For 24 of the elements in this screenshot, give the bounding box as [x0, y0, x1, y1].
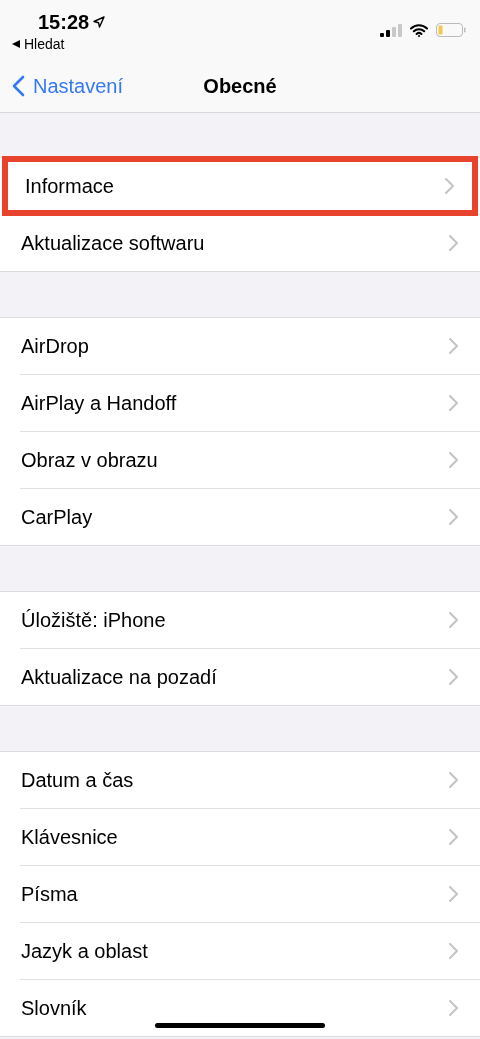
chevron-icon — [449, 772, 458, 788]
status-time: 15:28 — [38, 10, 90, 34]
battery-icon — [436, 23, 466, 37]
wifi-icon — [410, 23, 428, 37]
chevron-icon — [449, 612, 458, 628]
chevron-icon — [449, 943, 458, 959]
page-title: Obecné — [203, 74, 277, 99]
chevron-icon — [449, 886, 458, 902]
signal-icon — [380, 23, 402, 37]
back-triangle-icon — [12, 40, 20, 48]
chevron-icon — [449, 395, 458, 411]
chevron-icon — [449, 452, 458, 468]
chevron-icon — [449, 235, 458, 251]
chevron-icon — [449, 509, 458, 525]
chevron-icon — [449, 1000, 458, 1016]
chevron-icon — [449, 338, 458, 354]
settings-row[interactable]: Informace — [4, 158, 476, 214]
chevron-icon — [449, 669, 458, 685]
back-button[interactable]: Nastavení — [0, 71, 124, 101]
chevron-icon — [449, 829, 458, 845]
chevron-icon — [445, 178, 454, 194]
location-arrow-icon — [93, 16, 106, 28]
back-chevron-icon — [12, 75, 25, 97]
back-to-app-link[interactable]: Hledat — [12, 34, 106, 54]
